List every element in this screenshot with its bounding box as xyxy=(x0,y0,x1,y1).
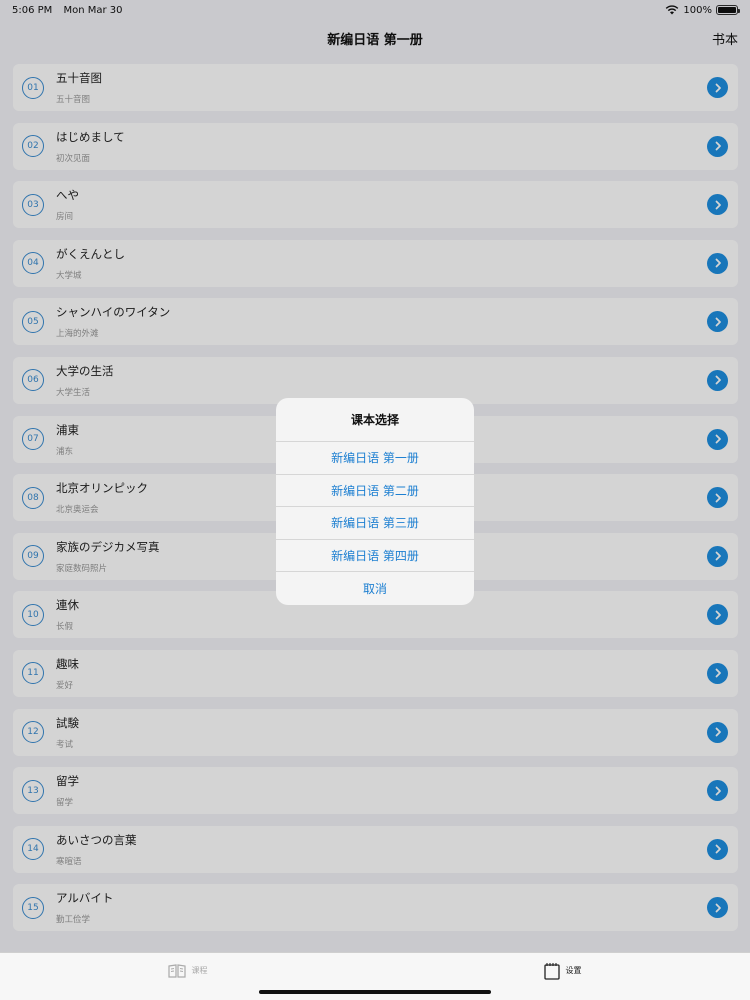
home-indicator[interactable] xyxy=(259,990,491,994)
book-icon xyxy=(167,963,186,978)
dialog-cancel-button[interactable]: 取消 xyxy=(276,572,474,605)
dialog-option-book-2[interactable]: 新编日语 第二册 xyxy=(276,475,474,508)
dialog-option-book-4[interactable]: 新编日语 第四册 xyxy=(276,540,474,573)
tab-courses-label: 课程 xyxy=(191,966,208,975)
dialog-title: 课本选择 xyxy=(276,398,474,442)
notepad-icon xyxy=(543,962,560,980)
textbook-select-dialog: 课本选择 新编日语 第一册 新编日语 第二册 新编日语 第三册 新编日语 第四册… xyxy=(276,398,474,605)
dialog-option-book-3[interactable]: 新编日语 第三册 xyxy=(276,507,474,540)
dialog-option-book-1[interactable]: 新编日语 第一册 xyxy=(276,442,474,475)
tab-settings-label: 设置 xyxy=(565,966,582,975)
